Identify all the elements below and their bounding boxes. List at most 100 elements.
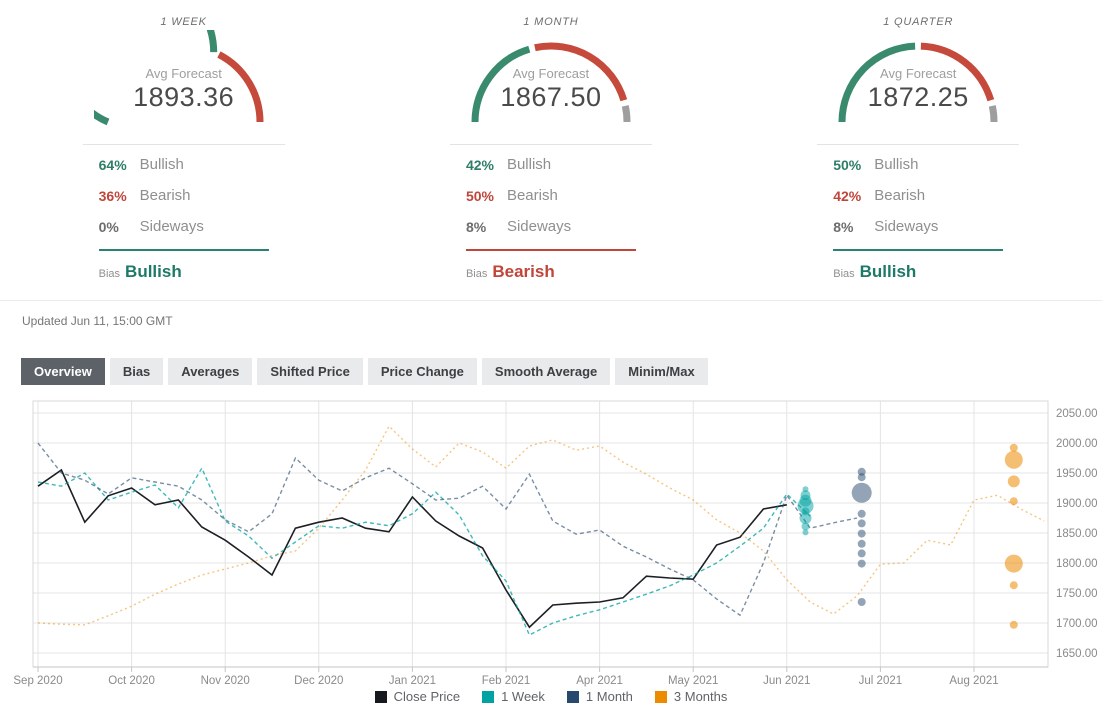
stat-row-bearish: 50% Bearish xyxy=(466,180,636,211)
bias-label: Bias xyxy=(465,268,488,280)
svg-text:Sep 2020: Sep 2020 xyxy=(13,675,62,687)
stat-row-bullish: 64% Bullish xyxy=(99,149,269,180)
legend-swatch xyxy=(566,690,579,703)
svg-text:Feb 2021: Feb 2021 xyxy=(482,675,531,687)
forecast-card-1-week: 1 WEEK Avg Forecast 1893.36 64% Bullish … xyxy=(0,8,367,282)
tab-shifted-price[interactable]: Shifted Price xyxy=(257,358,363,385)
sideways-percent: 8% xyxy=(833,218,854,235)
legend-item-close-price[interactable]: Close Price xyxy=(374,689,461,704)
stat-row-sideways: 8% Sideways xyxy=(833,211,1003,242)
svg-text:1750.00: 1750.00 xyxy=(1056,588,1098,600)
bullish-label: Bullish xyxy=(506,156,552,173)
legend-swatch xyxy=(654,690,667,703)
avg-forecast-value: 1872.25 xyxy=(867,82,969,112)
sideways-percent: 8% xyxy=(465,218,487,235)
gauge: Avg Forecast 1872.25 xyxy=(828,30,1008,128)
svg-text:1700.00: 1700.00 xyxy=(1056,618,1098,630)
svg-text:Apr 2021: Apr 2021 xyxy=(576,675,623,687)
legend-label: 1 Week xyxy=(501,689,545,704)
tab-overview[interactable]: Overview xyxy=(21,358,105,385)
gauge-period-title: 1 MONTH xyxy=(523,16,579,28)
legend-label: 1 Month xyxy=(585,689,633,704)
bias-underline xyxy=(833,249,1004,251)
sideways-label: Sideways xyxy=(139,218,204,235)
svg-text:1850.00: 1850.00 xyxy=(1056,528,1098,540)
bias-row: Bias Bullish xyxy=(833,262,1003,282)
legend-swatch xyxy=(482,690,495,703)
svg-text:May 2021: May 2021 xyxy=(668,675,719,687)
sideways-label: Sideways xyxy=(506,218,572,235)
stat-row-sideways: 8% Sideways xyxy=(466,211,636,242)
svg-text:Nov 2020: Nov 2020 xyxy=(201,675,250,687)
bias-value: Bullish xyxy=(125,262,182,281)
bias-value: Bullish xyxy=(859,262,917,281)
forecast-card-1-month: 1 MONTH Avg Forecast 1867.50 42% Bullish… xyxy=(367,8,734,282)
bullish-percent: 42% xyxy=(465,156,494,173)
bias-row: Bias Bullish xyxy=(99,262,269,282)
chart-tab-bar: Overview Bias Averages Shifted Price Price C… xyxy=(21,358,1102,385)
divider xyxy=(449,144,652,145)
sideways-label: Sideways xyxy=(874,218,939,235)
bullish-percent: 64% xyxy=(98,156,127,173)
stat-row-bullish: 42% Bullish xyxy=(466,149,636,180)
legend-swatch xyxy=(374,690,387,703)
svg-text:2000.00: 2000.00 xyxy=(1056,438,1098,450)
svg-text:Jun 2021: Jun 2021 xyxy=(763,675,810,687)
stat-row-bearish: 42% Bearish xyxy=(833,180,1003,211)
bearish-percent: 36% xyxy=(98,187,127,204)
legend-item-1-month[interactable]: 1 Month xyxy=(566,689,633,704)
tab-averages[interactable]: Averages xyxy=(168,358,253,385)
bias-label: Bias xyxy=(98,268,121,280)
bias-value: Bearish xyxy=(492,262,555,281)
legend-item-3-months[interactable]: 3 Months xyxy=(654,689,728,704)
bearish-percent: 42% xyxy=(833,187,862,204)
gauge-center-text: Avg Forecast 1872.25 xyxy=(828,66,1008,113)
svg-text:1650.00: 1650.00 xyxy=(1056,648,1098,660)
svg-text:1800.00: 1800.00 xyxy=(1056,558,1098,570)
bias-underline xyxy=(465,249,636,251)
stat-row-bearish: 36% Bearish xyxy=(99,180,269,211)
forecast-chart: 2050.00 2000.00 1950.00 1900.00 1850.00 1800.… xyxy=(0,393,1102,704)
gauge-center-text: Avg Forecast 1867.50 xyxy=(461,66,641,113)
gauge-center-text: Avg Forecast 1893.36 xyxy=(94,66,274,113)
stat-row-sideways: 0% Sideways xyxy=(99,211,269,242)
tab-minim-max[interactable]: Minim/Max xyxy=(615,358,708,385)
tab-price-change[interactable]: Price Change xyxy=(367,358,477,385)
bearish-percent: 50% xyxy=(465,187,494,204)
avg-forecast-label: Avg Forecast xyxy=(145,66,222,81)
bearish-label: Bearish xyxy=(506,187,558,204)
avg-forecast-value: 1867.50 xyxy=(500,82,602,112)
stat-row-bullish: 50% Bullish xyxy=(833,149,1003,180)
gauge: Avg Forecast 1867.50 xyxy=(461,30,641,128)
gauge: Avg Forecast 1893.36 xyxy=(93,30,274,128)
svg-text:1950.00: 1950.00 xyxy=(1056,468,1098,480)
bias-underline xyxy=(98,249,269,251)
bias-label: Bias xyxy=(833,268,855,280)
legend-item-1-week[interactable]: 1 Week xyxy=(482,689,545,704)
divider xyxy=(817,144,1020,145)
bearish-label: Bearish xyxy=(139,187,191,204)
svg-text:1900.00: 1900.00 xyxy=(1056,498,1098,510)
section-divider xyxy=(0,300,1102,301)
sentiment-stats: 50% Bullish 42% Bearish 8% Sideways xyxy=(833,149,1003,242)
avg-forecast-label: Avg Forecast xyxy=(880,66,957,81)
bullish-label: Bullish xyxy=(874,156,919,173)
bias-row: Bias Bearish xyxy=(466,262,636,282)
bullish-label: Bullish xyxy=(139,156,184,173)
svg-text:Jan 2021: Jan 2021 xyxy=(389,675,436,687)
bearish-label: Bearish xyxy=(874,187,926,204)
svg-text:Jul 2021: Jul 2021 xyxy=(859,675,902,687)
tab-bias[interactable]: Bias xyxy=(109,358,164,385)
tab-smooth-average[interactable]: Smooth Average xyxy=(481,358,611,385)
svg-text:Oct 2020: Oct 2020 xyxy=(108,675,155,687)
svg-text:2050.00: 2050.00 xyxy=(1056,408,1098,420)
legend-label: Close Price xyxy=(393,689,461,704)
sideways-percent: 0% xyxy=(98,218,119,235)
chart-legend: Close Price 1 Week 1 Month 3 Months xyxy=(0,689,1102,704)
svg-text:Dec 2020: Dec 2020 xyxy=(294,675,343,687)
avg-forecast-label: Avg Forecast xyxy=(512,66,590,81)
legend-label: 3 Months xyxy=(673,689,728,704)
sentiment-stats: 42% Bullish 50% Bearish 8% Sideways xyxy=(466,149,636,242)
price-forecast-chart-canvas[interactable]: 2050.00 2000.00 1950.00 1900.00 1850.00 1800.… xyxy=(0,393,1102,689)
bullish-percent: 50% xyxy=(833,156,862,173)
